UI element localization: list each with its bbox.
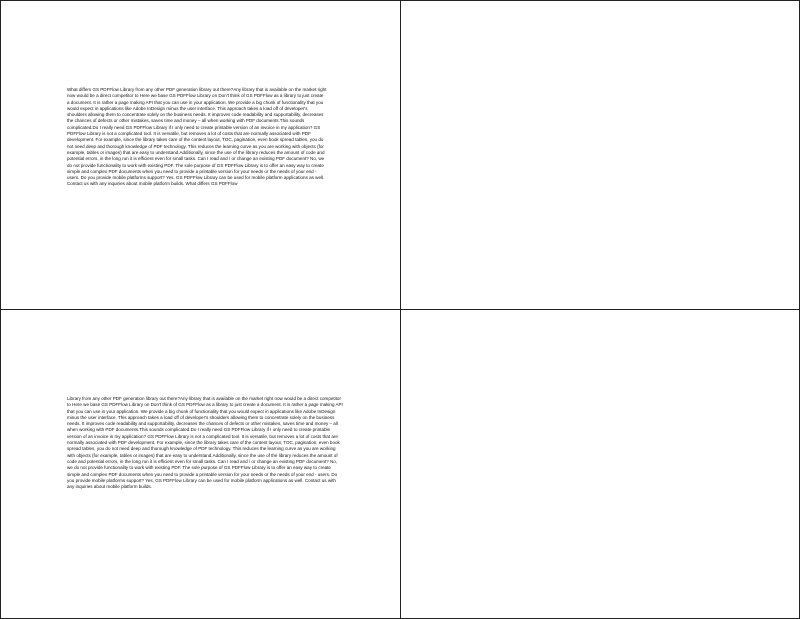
page-4	[400, 309, 800, 619]
page-3: Library from any other PDF generation li…	[0, 309, 401, 619]
page-1-body-text: What differs GS PDFFlow Library from any…	[67, 87, 327, 187]
page-3-body-text: Library from any other PDF generation li…	[67, 396, 343, 490]
page-1: What differs GS PDFFlow Library from any…	[0, 0, 401, 310]
document-sheet: What differs GS PDFFlow Library from any…	[0, 0, 800, 619]
page-2	[400, 0, 800, 310]
